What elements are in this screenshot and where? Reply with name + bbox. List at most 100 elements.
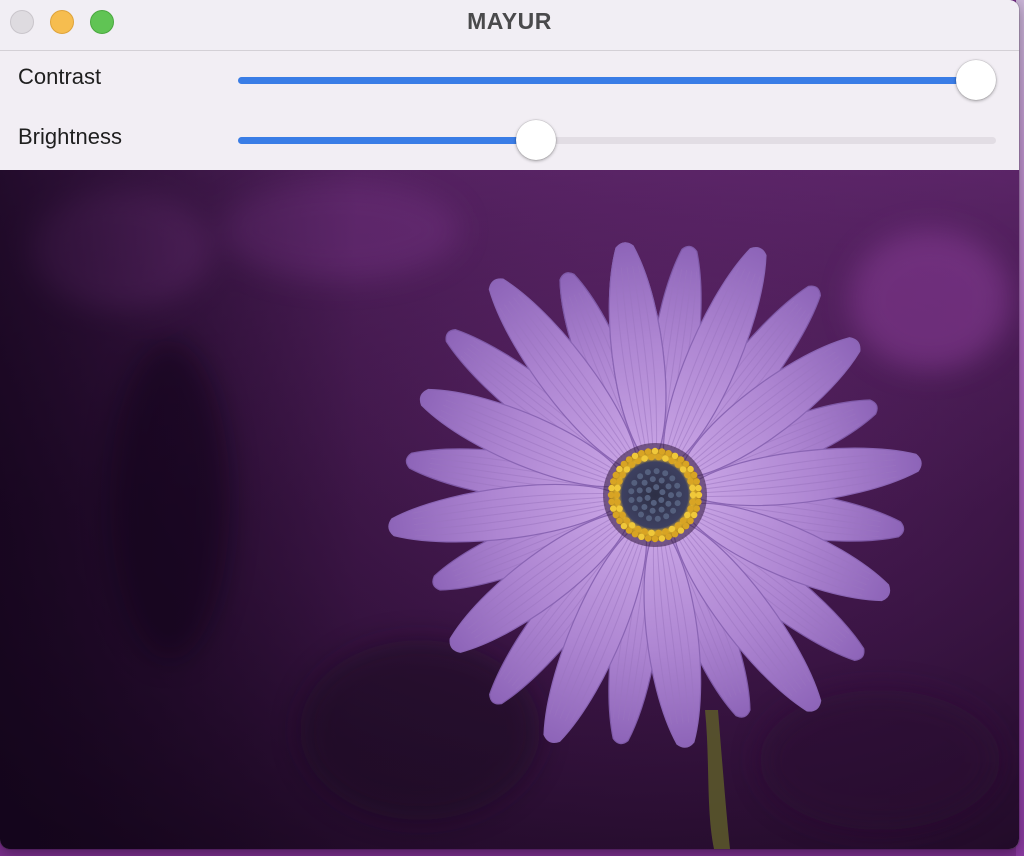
pollen-dot [607,491,615,499]
pollen-dot [665,450,672,457]
image-preview [0,170,1019,849]
floret-dot [653,468,660,475]
app-window: MAYUR Contrast Brightness [0,0,1019,849]
pollen-dot [612,471,619,479]
pollen-dot [620,522,628,530]
pollen-dot [631,452,639,459]
pollen-dot [693,478,700,485]
controls-panel: Contrast Brightness [0,51,1019,170]
floret-dot [628,497,635,503]
pollen-dot [679,466,687,473]
floret-dot [649,507,656,514]
pollen-dot [608,498,615,506]
floret-dot [641,504,648,510]
pollen-dot [684,471,691,479]
floret-dot [631,505,638,512]
pollen-dot [619,471,626,479]
pollen-dot [608,484,615,492]
pollen-dot [671,452,679,459]
pollen-dot [612,511,619,519]
floret-dot [645,487,652,493]
pollen-dot [619,511,626,519]
floret-dot [637,473,644,480]
pollen-dot [682,522,690,530]
brightness-row: Brightness [0,120,1019,161]
pollen-dot [641,455,648,462]
pollen-dot [616,478,623,485]
floret-dot [662,470,669,477]
pollen-dot [610,505,617,512]
brightness-slider-fill [238,137,536,144]
contrast-slider-thumb[interactable] [956,60,996,100]
pollen-dot [695,498,702,506]
floret-dot [668,492,674,499]
floret-dot [628,488,635,495]
pollen-dot [687,505,694,512]
pollen-dot [695,484,702,492]
pollen-dot [693,505,700,512]
floret-dot [644,494,651,501]
pollen-dot [641,528,648,535]
pollen-dot [684,511,691,519]
floret-dot [658,506,665,513]
contrast-slider-fill [238,77,976,84]
floret-dot [659,489,666,496]
pollen-dot [648,454,655,461]
pollen-dot [689,484,696,492]
pollen-dot [625,456,633,463]
pollen-dot [662,528,669,535]
pollen-dot [689,491,697,499]
floret-dot [670,507,677,514]
pollen-dot [638,450,645,457]
pollen-dot [644,448,652,455]
pollen-dot [655,529,662,536]
floret-dot [636,496,643,503]
pollen-dot [682,460,690,468]
pollen-dot [687,517,694,525]
pollen-dot [662,455,669,462]
pollen-dot [651,535,659,543]
pollen-dot [671,531,679,538]
floret-dot [654,515,661,522]
contrast-label: Contrast [18,64,102,89]
pollen-dot [677,527,685,534]
contrast-slider[interactable] [238,60,996,100]
pollen-dot [655,454,662,461]
pollen-dot [658,448,666,455]
pollen-dot [616,465,623,473]
pollen-dot [689,498,696,506]
pollen-dot [691,511,698,519]
title-bar[interactable]: MAYUR [0,0,1019,51]
pollen-dot [648,529,655,536]
pollen-dot [695,491,703,499]
pollen-dot [691,471,698,479]
floret-dot [658,497,665,503]
flower-center [603,443,707,547]
pollen-dot [644,535,652,542]
pollen-dot [616,505,623,512]
pollen-dot [620,460,628,468]
pollen-dot [623,517,631,524]
pollen-dot [687,465,694,473]
pollen-dot [625,527,633,534]
floret-dot [663,513,670,520]
floret-dot [674,482,681,489]
pollen-dot [665,533,672,540]
pollen-dot [613,491,621,499]
brightness-slider[interactable] [238,120,996,160]
flower-image [0,170,1019,849]
floret-dot [636,487,643,494]
brightness-slider-thumb[interactable] [515,120,556,160]
floret-dot [653,484,660,491]
floret-dot [644,469,651,476]
pollen-dot [631,531,639,538]
floret-dot [676,491,682,498]
floret-dot [669,475,676,482]
floret-dot [638,511,644,518]
pollen-dot [610,478,617,485]
pollen-dot [616,517,623,525]
pollen-dot [623,466,631,473]
floret-dot [631,479,638,486]
pollen-dot [614,484,621,492]
window-title: MAYUR [467,8,552,34]
